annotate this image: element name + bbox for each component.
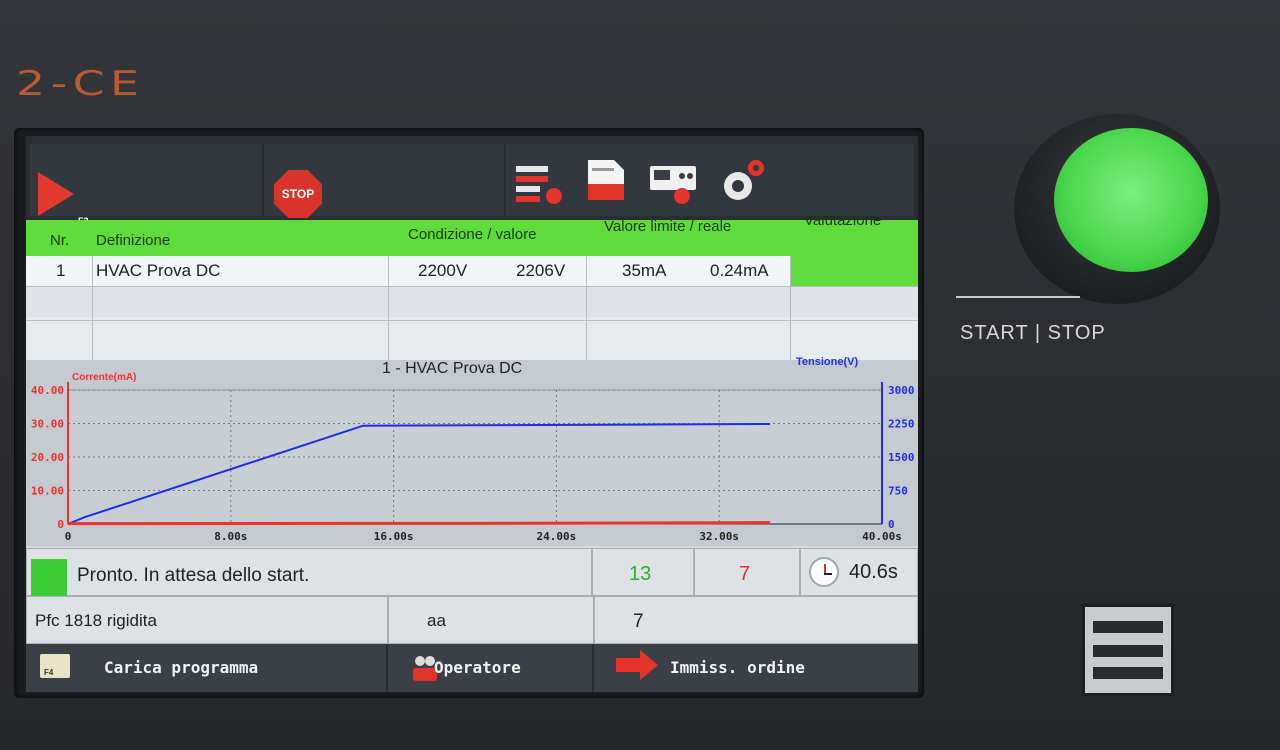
y-left-tick-label: 10.00 — [31, 485, 64, 498]
operator-label: Operatore — [434, 658, 521, 677]
toolbar: F3 STOP — [26, 136, 918, 226]
table-row[interactable] — [26, 287, 918, 317]
program-name: Pfc 1818 rigidita — [35, 611, 157, 630]
chart-plot: 0 8.00s 16.00s 24.00s 32.00s 40.00s010.0020.0… — [31, 382, 915, 543]
y-left-tick-label: 40.00 — [31, 384, 64, 397]
header-nr: Nr. — [50, 232, 70, 249]
load-program-label: Carica programma — [104, 658, 259, 677]
y-right-tick-label: 0 — [888, 518, 895, 531]
report-list-icon[interactable] — [514, 158, 566, 206]
header-limite: Valore limite / reale — [604, 218, 732, 235]
folder-icon — [40, 654, 70, 678]
y-right-tick-label: 1500 — [888, 451, 915, 464]
play-icon[interactable] — [38, 172, 74, 216]
pass-count: 13 — [629, 563, 652, 585]
tools-cell — [506, 144, 915, 216]
document-icon[interactable] — [582, 158, 634, 206]
instrument-icon[interactable] — [648, 158, 700, 206]
pass-counter-box: 13 — [592, 548, 694, 596]
settings-gear-icon[interactable] — [716, 158, 768, 206]
order-number: 7 — [633, 611, 644, 632]
start-stop-button[interactable] — [1054, 128, 1208, 272]
cell-limite: 35mA — [622, 261, 667, 280]
knob-divider — [956, 296, 1080, 298]
brand-logo: 2-CE — [16, 64, 145, 104]
table-row[interactable]: 1 HVAC Prova DC 2200V 2206V 35mA 0.24mA — [26, 250, 918, 286]
header-definizione: Definizione — [96, 232, 171, 249]
cell-definizione: HVAC Prova DC — [96, 261, 221, 280]
cell-nr: 1 — [56, 261, 66, 280]
x-tick-label: 40.00s — [862, 530, 902, 543]
y-left-tick-label: 0 — [57, 518, 64, 531]
cell-reale: 0.24mA — [710, 261, 769, 280]
start-stop-label: START | STOP — [960, 322, 1106, 344]
fail-count: 7 — [739, 563, 751, 585]
x-tick-label: 8.00s — [214, 530, 247, 543]
operator-name: aa — [427, 611, 446, 630]
program-name-box: Pfc 1818 rigidita — [26, 596, 388, 644]
clock-icon — [809, 557, 839, 587]
order-box: 7 — [594, 596, 918, 644]
y-left-tick-label: 20.00 — [31, 451, 64, 464]
elapsed-time: 40.6s — [849, 561, 898, 583]
cell-valore: 2206V — [516, 261, 566, 280]
x-tick-label: 16.00s — [374, 530, 414, 543]
order-entry-button[interactable]: Immiss. ordine — [594, 644, 918, 692]
order-entry-label: Immiss. ordine — [670, 658, 805, 677]
test-chart: 1 - HVAC Prova DC Corrente(mA) Tensione(… — [26, 356, 918, 546]
cell-valutazione — [790, 250, 918, 286]
stop-button[interactable]: STOP — [274, 170, 322, 218]
arrow-right-icon — [616, 650, 658, 680]
cell-condizione: 2200V — [418, 261, 468, 280]
fail-counter-box: 7 — [694, 548, 800, 596]
status-message: Pronto. In attesa dello start. — [77, 565, 310, 586]
operator-button[interactable]: Operatore — [388, 644, 594, 692]
usb-port[interactable] — [1082, 604, 1174, 696]
status-area: Pronto. In attesa dello start. 13 7 40.6… — [26, 548, 918, 692]
current-series-line — [67, 521, 771, 526]
y-left-tick-label: 30.00 — [31, 418, 64, 431]
y-right-tick-label: 750 — [888, 485, 908, 498]
x-tick-label: 32.00s — [699, 530, 739, 543]
x-tick-label: 24.00s — [537, 530, 577, 543]
y-right-tick-label: 2250 — [888, 418, 915, 431]
touch-screen: F3 STOP — [26, 136, 918, 692]
operator-box: aa — [388, 596, 594, 644]
header-valutazione: Valutazione — [804, 212, 882, 229]
table-header: Nr. Definizione Condizione / valore Valo… — [26, 212, 918, 256]
stop-cell[interactable]: STOP — [264, 144, 505, 218]
timer-box: 40.6s — [800, 548, 918, 596]
start-cell[interactable]: F3 — [30, 144, 263, 226]
header-condizione: Condizione / valore — [408, 226, 537, 243]
x-tick-label: 0 — [65, 530, 72, 543]
tester-device: 2-CE F3 STOP — [0, 0, 1280, 750]
y-right-tick-label: 3000 — [888, 384, 915, 397]
load-program-button[interactable]: Carica programma — [26, 644, 388, 692]
status-message-box: Pronto. In attesa dello start. — [26, 548, 592, 597]
ready-indicator — [31, 559, 67, 597]
bottom-button-bar: Carica programma Operatore Immiss. ordin… — [26, 644, 918, 692]
